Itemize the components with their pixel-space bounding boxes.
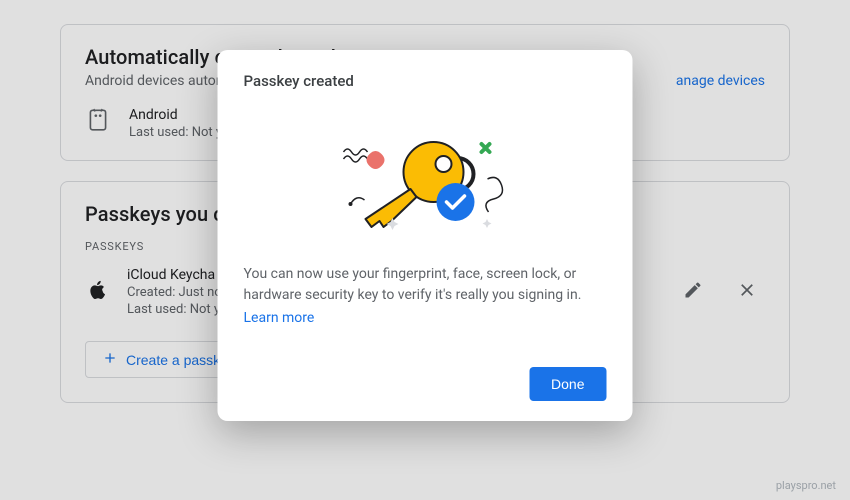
delete-passkey-button[interactable] [729, 274, 765, 310]
android-name: Android [129, 107, 229, 123]
close-icon [738, 281, 756, 303]
key-illustration [244, 94, 607, 264]
dialog-body-text: You can now use your fingerprint, face, … [244, 266, 582, 303]
dialog-footer: Done [244, 367, 607, 401]
done-button[interactable]: Done [529, 367, 606, 401]
apple-icon [85, 278, 109, 306]
edit-passkey-button[interactable] [675, 274, 711, 310]
passkey-created-dialog: Passkey created [218, 50, 633, 421]
android-last-used: Last used: Not ye [129, 125, 229, 140]
learn-more-link[interactable]: Learn more [244, 308, 607, 329]
dialog-title: Passkey created [244, 72, 607, 90]
android-device-info: Android Last used: Not ye [129, 107, 229, 140]
manage-devices-link[interactable]: anage devices [676, 73, 765, 89]
android-icon [85, 107, 111, 137]
dialog-body: You can now use your fingerprint, face, … [244, 264, 607, 329]
pencil-icon [683, 280, 703, 304]
plus-icon [102, 350, 118, 369]
watermark: playspro.net [776, 479, 836, 492]
